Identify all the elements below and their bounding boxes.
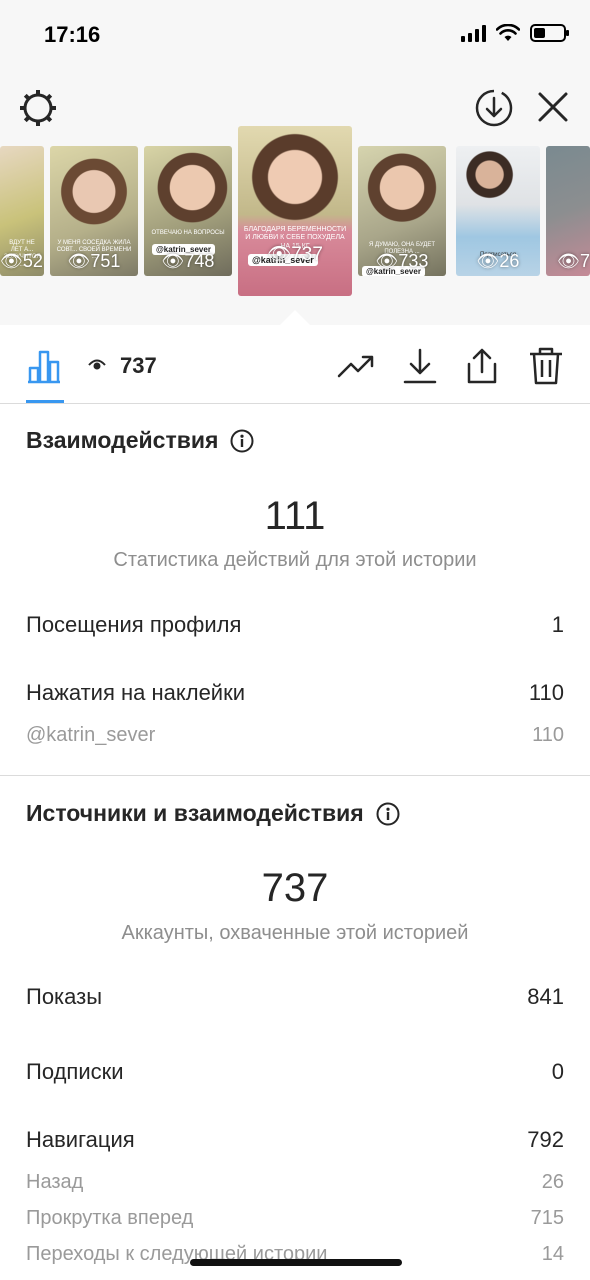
views-count: 737 — [120, 353, 157, 378]
stat-row-impressions: Показы 841 — [26, 984, 564, 1009]
active-tab-indicator — [26, 400, 64, 403]
interactions-caption: Статистика действий для этой истории — [113, 549, 477, 571]
discovery-caption: Аккаунты, охваченные этой историей — [121, 922, 469, 944]
delete-trash-icon[interactable] — [526, 346, 566, 386]
interactions-section-title: Взаимодействия — [26, 427, 254, 454]
section-divider — [0, 775, 590, 776]
settings-icon[interactable] — [18, 88, 58, 128]
eye-icon — [88, 359, 106, 370]
battery-icon — [530, 24, 569, 42]
discovery-section-title: Источники и взаимодействия — [26, 800, 400, 827]
interactions-total: 111 — [264, 494, 326, 538]
story-views: 👁26 — [476, 251, 520, 271]
story-thumbnail[interactable]: ОТВЕЧАЮ НА ВОПРОСЫ @katrin_sever 👁748 — [144, 146, 232, 276]
stat-row-profile-visits: Посещения профиля 1 — [26, 612, 564, 637]
info-icon[interactable] — [376, 802, 400, 826]
story-views: 👁52 — [0, 251, 43, 271]
selected-story-pointer — [279, 310, 311, 326]
story-thumbnail[interactable]: ВДУТ НЕ ЛЕТ А... ЗОЛУЧИТСЯ ... 👁52 — [0, 146, 44, 276]
home-indicator[interactable] — [190, 1259, 402, 1266]
story-views: 👁737 — [267, 244, 323, 265]
status-icons — [461, 24, 569, 42]
promote-trend-icon[interactable] — [336, 346, 376, 386]
story-thumbnail[interactable]: Я ДУМАЮ, ОНА БУДЕТ ПОЛЕЗНА ... @katrin_s… — [358, 146, 446, 276]
wifi-icon — [496, 24, 520, 41]
story-views: 👁751 — [67, 251, 121, 271]
stat-row-navigation: Навигация 792 — [26, 1127, 564, 1152]
share-icon[interactable] — [462, 346, 502, 386]
status-time: 17:16 — [44, 22, 101, 47]
story-thumbnail[interactable]: Подписаться 👁26 — [456, 146, 540, 276]
stat-row-sticker-taps: Нажатия на наклейки 110 — [26, 680, 564, 705]
insights-toolbar: 737 — [0, 326, 590, 404]
story-thumbnail[interactable]: У МЕНЯ СОСЕДКА ЖИЛА СОВТ... СВОЕЙ ВРЕМЕН… — [50, 146, 138, 276]
stat-subrow-mention: @katrin_sever 110 — [26, 724, 564, 746]
stat-subrow-back: Назад 26 — [26, 1171, 564, 1193]
story-views: 👁7 — [557, 251, 590, 271]
insights-bar-chart-icon[interactable] — [26, 348, 62, 384]
save-to-device-icon[interactable] — [474, 88, 514, 128]
story-strip: ВДУТ НЕ ЛЕТ А... ЗОЛУЧИТСЯ ... 👁52 У МЕН… — [0, 70, 590, 326]
story-thumbnail-selected[interactable]: БЛАГОДАРЯ БЕРЕМЕННОСТИ И ЛЮБВИ К СЕБЕ ПО… — [238, 126, 352, 296]
stat-row-follows: Подписки 0 — [26, 1059, 564, 1084]
story-views: 👁733 — [375, 251, 429, 271]
download-icon[interactable] — [400, 346, 440, 386]
story-thumbnail[interactable]: 👁7 — [546, 146, 590, 276]
cellular-signal-icon — [461, 24, 486, 42]
story-views: 👁748 — [161, 251, 215, 271]
status-bar: 17:16 — [0, 0, 590, 70]
discovery-total: 737 — [261, 866, 329, 910]
info-icon[interactable] — [230, 429, 254, 453]
stat-subrow-forward: Прокрутка вперед 715 — [26, 1207, 564, 1229]
close-icon[interactable] — [534, 88, 572, 126]
